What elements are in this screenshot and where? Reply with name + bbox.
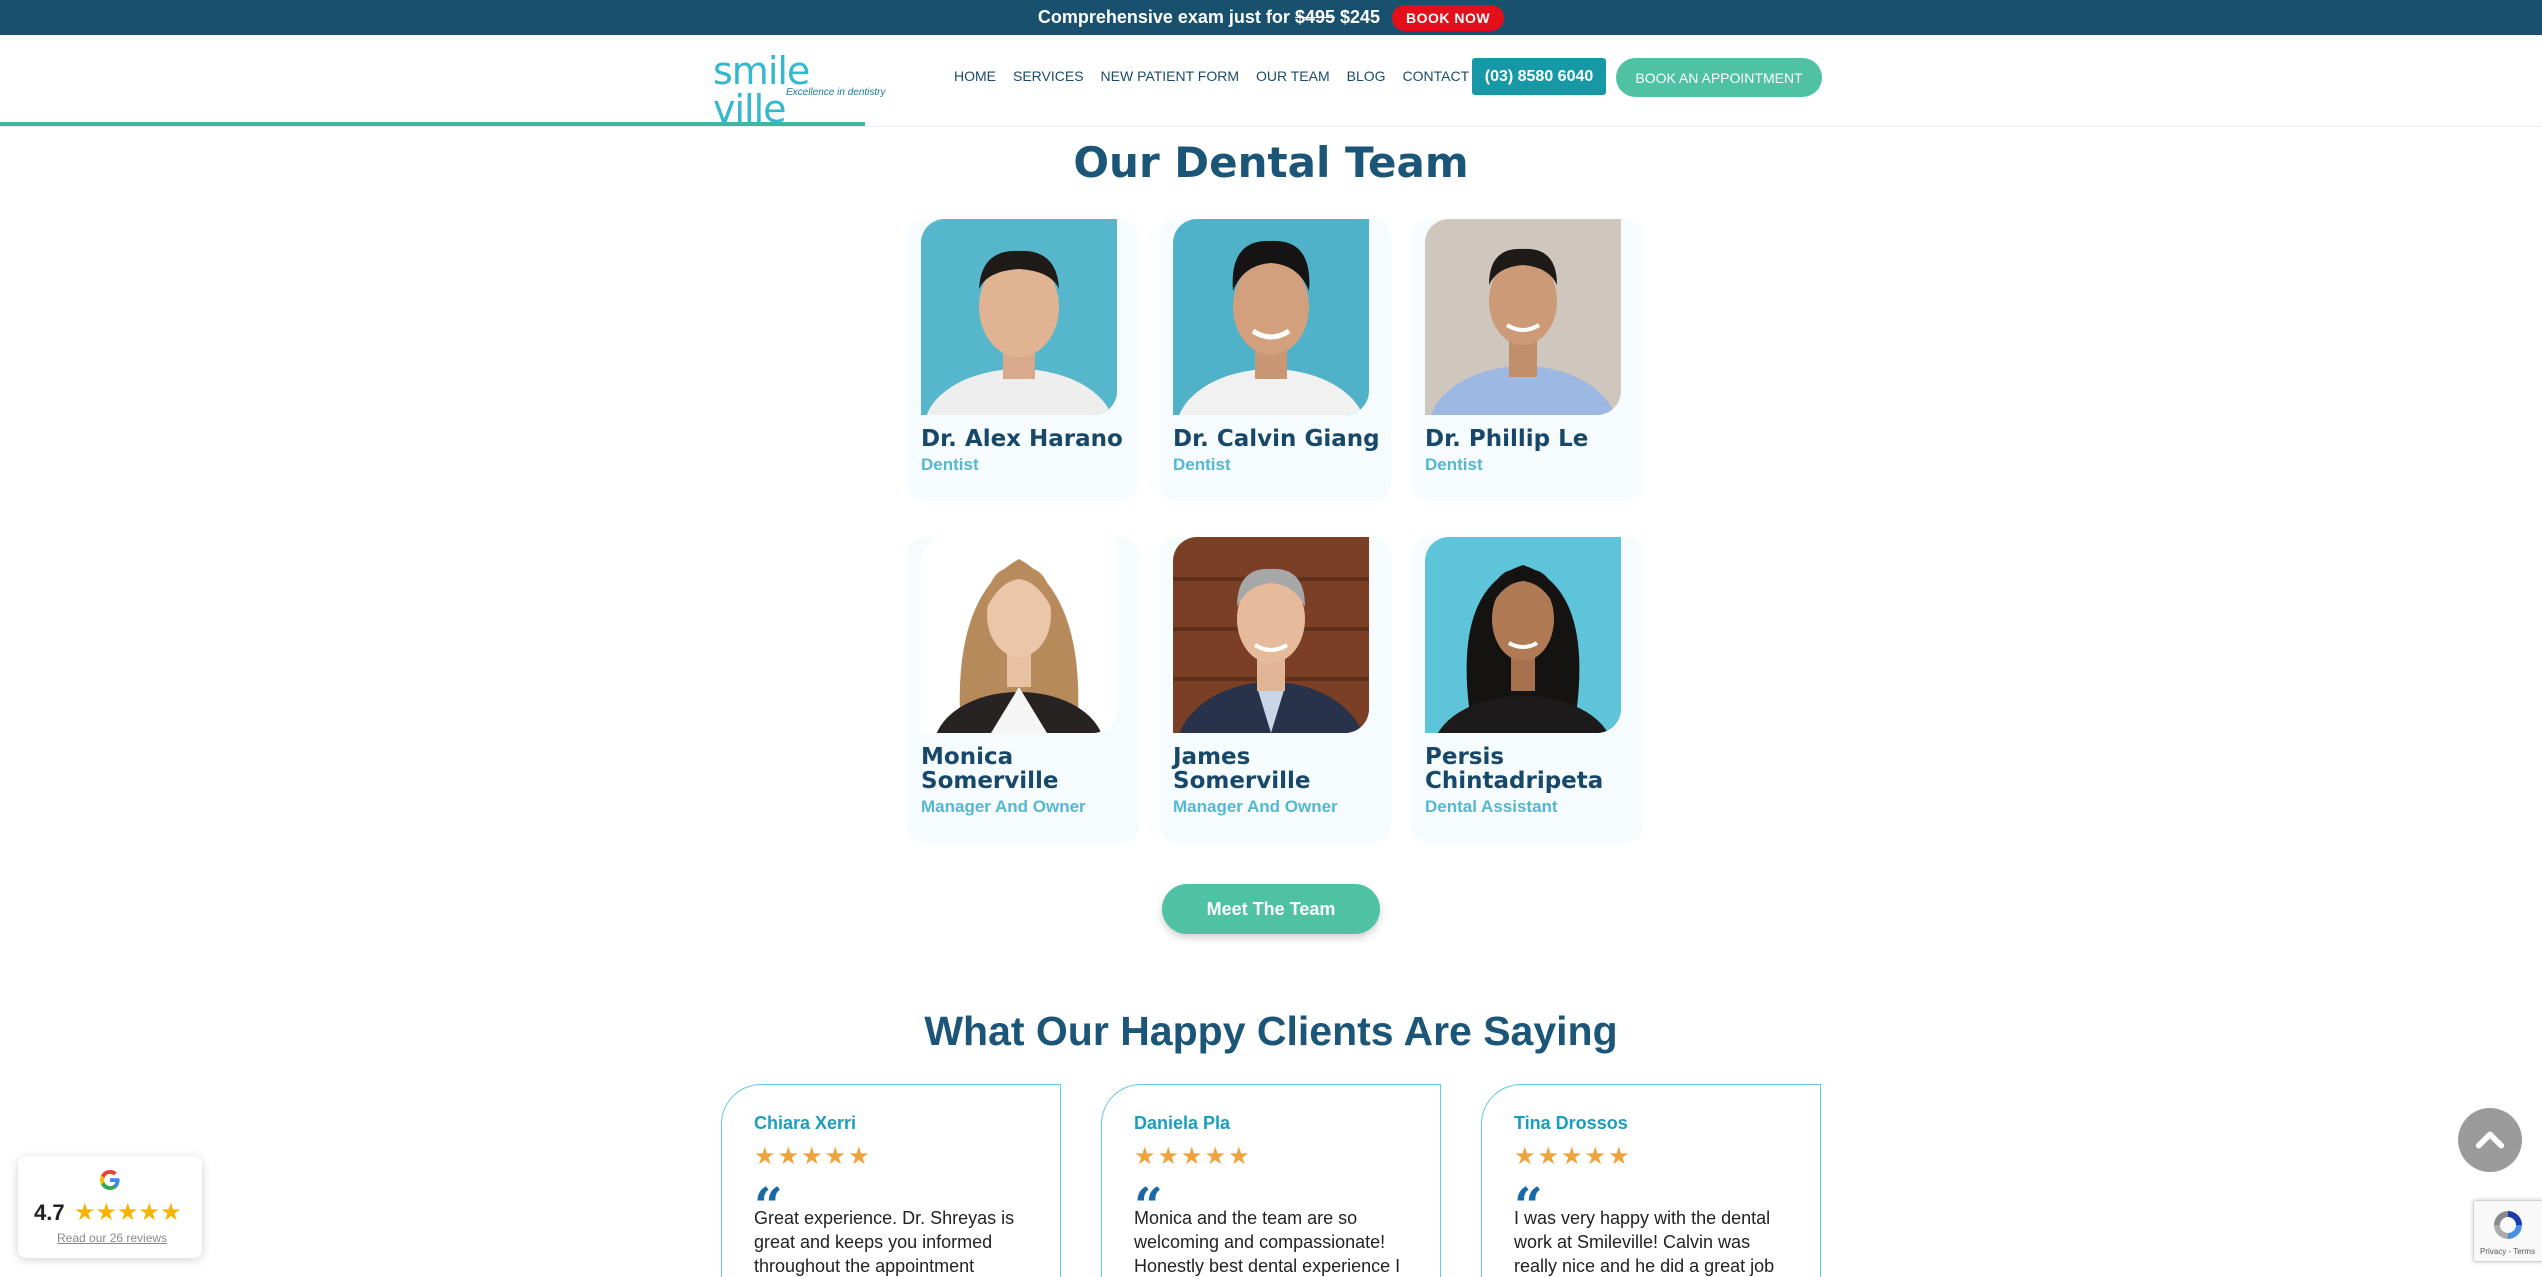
team-section-title: Our Dental Team <box>1073 138 1469 187</box>
review-text: Great experience. Dr. Shreyas is great a… <box>754 1208 1015 1276</box>
nav-new-patient-form[interactable]: NEW PATIENT FORM <box>1101 68 1239 84</box>
promo-bar: Comprehensive exam just for $495 $245 BO… <box>0 0 2542 35</box>
promo-text: Comprehensive exam just for $495 $245 <box>1038 7 1380 28</box>
book-now-button[interactable]: BOOK NOW <box>1392 4 1505 31</box>
recaptcha-text: Privacy - Terms <box>2480 1247 2535 1256</box>
testimonials-section-title: What Our Happy Clients Are Saying <box>924 1008 1618 1054</box>
team-member-name: Persis Chintadripeta <box>1425 744 1604 794</box>
promo-text-prefix: Comprehensive exam just for <box>1037 7 1290 27</box>
google-icon <box>100 1170 120 1190</box>
book-appointment-button[interactable]: BOOK AN APPOINTMENT <box>1616 58 1822 97</box>
reviewer-name: Tina Drossos <box>1514 1113 1628 1133</box>
team-member-role: Manager And Owner <box>921 797 1086 816</box>
team-member-name: Monica Somerville <box>921 744 1059 794</box>
team-photo <box>921 537 1117 733</box>
site-logo[interactable]: smile ville Excellence in dentistry <box>713 52 886 128</box>
nav-services[interactable]: SERVICES <box>1013 68 1084 84</box>
read-reviews-link[interactable]: Read our 26 reviews <box>57 1231 167 1245</box>
recaptcha-icon <box>2494 1211 2522 1239</box>
nav-blog[interactable]: BLOG <box>1347 68 1386 84</box>
nav-home[interactable]: HOME <box>954 68 996 84</box>
team-card[interactable]: Monica Somerville Manager And Owner <box>907 537 1139 843</box>
team-member-role: Dentist <box>921 455 979 474</box>
team-member-role: Dental Assistant <box>1425 797 1558 816</box>
team-photo <box>1425 537 1621 733</box>
team-member-name: Dr. Phillip Le <box>1425 426 1589 452</box>
star-rating-icon: ★★★★★ <box>1134 1143 1252 1170</box>
google-rating: 4.7 <box>34 1200 65 1225</box>
team-photo <box>1173 537 1369 733</box>
team-card[interactable]: Dr. Calvin Giang Dentist <box>1159 219 1391 501</box>
review-card: Tina Drossos ★★★★★ “ I was very happy wi… <box>1481 1084 1821 1277</box>
google-stars-icon: ★★★★★ <box>74 1199 182 1226</box>
team-card[interactable]: Persis Chintadripeta Dental Assistant <box>1411 537 1643 843</box>
review-card: Daniela Pla ★★★★★ “ Monica and the team … <box>1101 1084 1441 1277</box>
reviewer-name: Chiara Xerri <box>754 1113 857 1133</box>
team-photo <box>1173 219 1369 415</box>
promo-new-price: $245 <box>1340 7 1381 27</box>
review-text: Monica and the team are so welcoming and… <box>1134 1208 1401 1276</box>
team-photo <box>1425 219 1621 415</box>
chevron-up-icon <box>2475 1131 2505 1149</box>
team-member-name: Dr. Calvin Giang <box>1173 426 1380 452</box>
team-card[interactable]: James Somerville Manager And Owner <box>1159 537 1391 843</box>
scroll-to-top-button[interactable] <box>2458 1108 2522 1172</box>
team-card[interactable]: Dr. Alex Harano Dentist <box>907 219 1139 501</box>
meet-the-team-button[interactable]: Meet The Team <box>1162 884 1380 934</box>
logo-tagline: Excellence in dentistry <box>786 87 886 98</box>
team-member-role: Manager And Owner <box>1173 797 1338 816</box>
team-member-name: Dr. Alex Harano <box>921 426 1123 452</box>
nav-our-team[interactable]: OUR TEAM <box>1256 68 1330 84</box>
reviewer-name: Daniela Pla <box>1134 1113 1231 1133</box>
star-rating-icon: ★★★★★ <box>754 1143 872 1170</box>
team-card[interactable]: Dr. Phillip Le Dentist <box>1411 219 1643 501</box>
phone-button[interactable]: (03) 8580 6040 <box>1472 58 1606 95</box>
review-text: I was very happy with the dental work at… <box>1514 1208 1775 1276</box>
review-card: Chiara Xerri ★★★★★ “ Great experience. D… <box>721 1084 1061 1277</box>
team-member-role: Dentist <box>1173 455 1231 474</box>
main-nav: HOME SERVICES NEW PATIENT FORM OUR TEAM … <box>954 68 1492 84</box>
star-rating-icon: ★★★★★ <box>1514 1143 1632 1170</box>
promo-old-price: $495 <box>1294 7 1335 27</box>
team-member-role: Dentist <box>1425 455 1483 474</box>
recaptcha-badge[interactable]: Privacy - Terms <box>2473 1200 2542 1262</box>
team-photo <box>921 219 1117 415</box>
team-member-name: James Somerville <box>1173 744 1311 794</box>
google-reviews-badge[interactable]: 4.7 ★★★★★ Read our 26 reviews <box>18 1156 202 1258</box>
